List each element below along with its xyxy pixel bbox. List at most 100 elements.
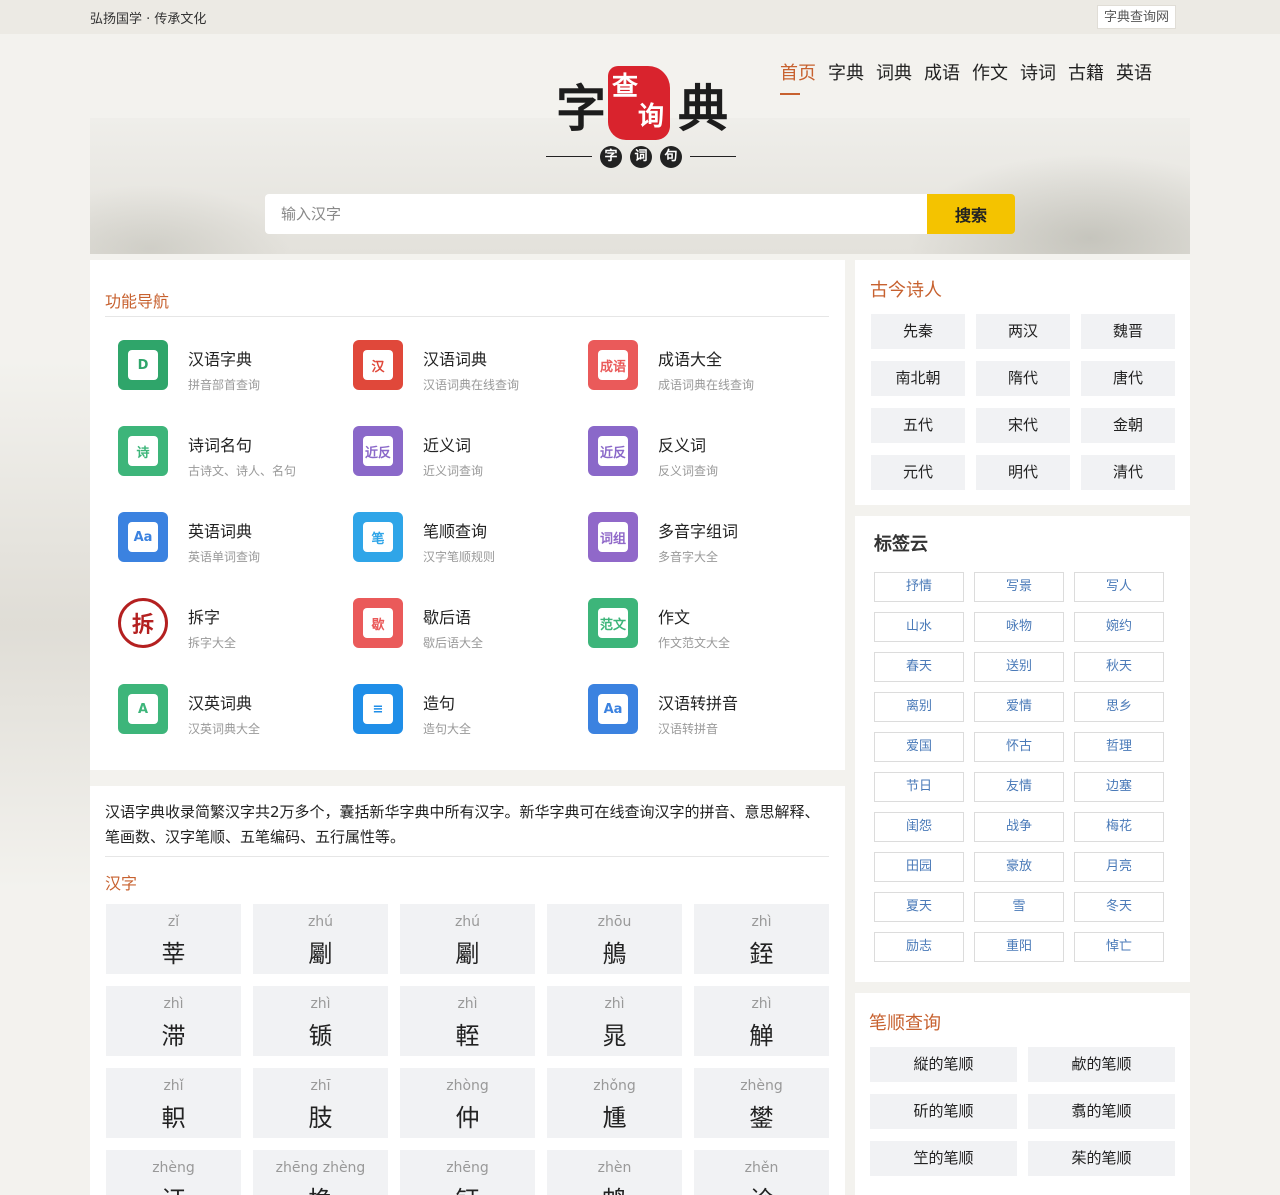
hanzi-char: 鵃 [602, 940, 627, 968]
tag-link[interactable]: 豪放 [974, 852, 1064, 882]
nav-cidian[interactable]: 词典 [876, 62, 912, 92]
tag-link[interactable]: 思乡 [1074, 692, 1164, 722]
hanzi-cell[interactable]: zhèng 鐢 [694, 1068, 829, 1138]
era-button[interactable]: 清代 [1081, 455, 1175, 490]
tag-link[interactable]: 哲理 [1074, 732, 1164, 762]
search-input[interactable] [265, 194, 927, 234]
hanzi-cell[interactable]: zhèng 证 [106, 1150, 241, 1195]
tag-link[interactable]: 春天 [874, 652, 964, 682]
hanzi-cell[interactable]: zhòng 仲 [400, 1068, 535, 1138]
tag-link[interactable]: 田园 [874, 852, 964, 882]
era-button[interactable]: 宋代 [976, 408, 1070, 443]
search-button[interactable]: 搜索 [927, 194, 1015, 234]
function-item[interactable]: 诗诗词名句 古诗文、诗人、名句 [118, 426, 353, 512]
tag-link[interactable]: 送别 [974, 652, 1064, 682]
tag-link[interactable]: 月亮 [1074, 852, 1164, 882]
nav-chengyu[interactable]: 成语 [924, 62, 960, 92]
tag-link[interactable]: 雪 [974, 892, 1064, 922]
hanzi-cell[interactable]: zhì 滞 [106, 986, 241, 1056]
era-grid: 先秦 两汉 魏晋南北朝 隋代 唐代五代 宋代 金朝元代 明代 清代 [871, 314, 1175, 490]
nav-zuowen[interactable]: 作文 [972, 62, 1008, 92]
hanzi-cell[interactable]: zhì 輊 [400, 986, 535, 1056]
tag-link[interactable]: 战争 [974, 812, 1064, 842]
site-logo[interactable]: 字 查 询 典 字 词 句 [546, 62, 736, 170]
hanzi-cell[interactable]: zhōu 鵃 [547, 904, 682, 974]
stroke-title: 笔顺查询 [869, 1013, 941, 1034]
stroke-link[interactable]: 斫的笔顺 [870, 1094, 1017, 1129]
tag-link[interactable]: 边塞 [1074, 772, 1164, 802]
era-button[interactable]: 南北朝 [871, 361, 965, 396]
function-item[interactable]: 近反 反义词 反义词查询 [588, 426, 823, 512]
era-button[interactable]: 金朝 [1081, 408, 1175, 443]
tag-link[interactable]: 写景 [974, 572, 1064, 602]
nav-home[interactable]: 首页 [780, 62, 816, 95]
stroke-link[interactable]: 欳的笔顺 [1028, 1047, 1175, 1082]
tag-link[interactable]: 怀古 [974, 732, 1064, 762]
stroke-link[interactable]: 笁的笔顺 [870, 1141, 1017, 1176]
era-button[interactable]: 元代 [871, 455, 965, 490]
hanzi-cell[interactable]: zhī 肢 [253, 1068, 388, 1138]
function-item[interactable]: Aa 英语词典 英语单词查询 [118, 512, 353, 598]
function-item[interactable]: D 汉语字典 拼音部首查询 [118, 340, 353, 426]
tag-link[interactable]: 夏天 [874, 892, 964, 922]
tag-link[interactable]: 爱情 [974, 692, 1064, 722]
function-item[interactable]: ≡ 造句 造句大全 [353, 684, 588, 770]
hanzi-cell[interactable]: zhèn 鸩 [547, 1150, 682, 1195]
hanzi-cell[interactable]: zhì 锧 [253, 986, 388, 1056]
tag-link[interactable]: 写人 [1074, 572, 1164, 602]
stroke-link[interactable]: 茱的笔顺 [1028, 1141, 1175, 1176]
hanzi-cell[interactable]: zhēng zhèng 挣 [253, 1150, 388, 1195]
hanzi-panel: 汉语字典收录简繁汉字共2万多个，囊括新华字典中所有汉字。新华字典可在线查询汉字的… [90, 786, 845, 1195]
site-home-link[interactable]: 字典查询网 [1097, 5, 1177, 29]
tag-link[interactable]: 友情 [974, 772, 1064, 802]
tag-link[interactable]: 重阳 [974, 932, 1064, 962]
function-item[interactable]: 成语 成语大全 成语词典在线查询 [588, 340, 823, 426]
stroke-link[interactable]: 縦的笔顺 [870, 1047, 1017, 1082]
function-item[interactable]: 笔笔顺查询 汉字笔顺规则 [353, 512, 588, 598]
tag-link[interactable]: 咏物 [974, 612, 1064, 642]
nav-guji[interactable]: 古籍 [1068, 62, 1104, 92]
tag-link[interactable]: 爱国 [874, 732, 964, 762]
tag-link[interactable]: 山水 [874, 612, 964, 642]
function-item[interactable]: Aa 汉语转拼音 汉语转拼音 [588, 684, 823, 770]
hanzi-cell[interactable]: zhǐ 軹 [106, 1068, 241, 1138]
function-item[interactable]: 歇歇后语 歇后语大全 [353, 598, 588, 684]
function-item[interactable]: 词组 多音字组词 多音字大全 [588, 512, 823, 598]
era-button[interactable]: 魏晋 [1081, 314, 1175, 349]
hanzi-cell[interactable]: zhú 劚 [253, 904, 388, 974]
era-button[interactable]: 唐代 [1081, 361, 1175, 396]
function-item[interactable]: 汉汉语词典 汉语词典在线查询 [353, 340, 588, 426]
function-item[interactable]: 近反 近义词 近义词查询 [353, 426, 588, 512]
hanzi-cell[interactable]: zǐ 莘 [106, 904, 241, 974]
function-item[interactable]: A 汉英词典 汉英词典大全 [118, 684, 353, 770]
tag-link[interactable]: 悼亡 [1074, 932, 1164, 962]
hanzi-cell[interactable]: zhú 劚 [400, 904, 535, 974]
era-button[interactable]: 五代 [871, 408, 965, 443]
tag-link[interactable]: 闺怨 [874, 812, 964, 842]
era-button[interactable]: 明代 [976, 455, 1070, 490]
tag-link[interactable]: 秋天 [1074, 652, 1164, 682]
tag-link[interactable]: 抒情 [874, 572, 964, 602]
hanzi-cell[interactable]: zhēng 钲 [400, 1150, 535, 1195]
tag-link[interactable]: 节日 [874, 772, 964, 802]
hanzi-cell[interactable]: zhì 晁 [547, 986, 682, 1056]
tag-link[interactable]: 励志 [874, 932, 964, 962]
nav-zidian[interactable]: 字典 [828, 62, 864, 92]
tag-link[interactable]: 梅花 [1074, 812, 1164, 842]
era-button[interactable]: 隋代 [976, 361, 1070, 396]
stroke-link[interactable]: 翥的笔顺 [1028, 1094, 1175, 1129]
function-item[interactable]: 拆拆字 拆字大全 [118, 598, 353, 684]
nav-yingyu[interactable]: 英语 [1116, 62, 1152, 92]
function-item[interactable]: 范文 作文 作文范文大全 [588, 598, 823, 684]
hanzi-cell[interactable]: zhěn 诊 [694, 1150, 829, 1195]
hanzi-cell[interactable]: zhì 銍 [694, 904, 829, 974]
tag-link[interactable]: 冬天 [1074, 892, 1164, 922]
era-button[interactable]: 两汉 [976, 314, 1070, 349]
hanzi-cell[interactable]: zhì 觯 [694, 986, 829, 1056]
nav-shici[interactable]: 诗词 [1020, 62, 1056, 92]
tag-link[interactable]: 离别 [874, 692, 964, 722]
hanzi-cell[interactable]: zhǒng 尰 [547, 1068, 682, 1138]
antonym-icon: 近反 [588, 426, 638, 476]
era-button[interactable]: 先秦 [871, 314, 965, 349]
tag-link[interactable]: 婉约 [1074, 612, 1164, 642]
